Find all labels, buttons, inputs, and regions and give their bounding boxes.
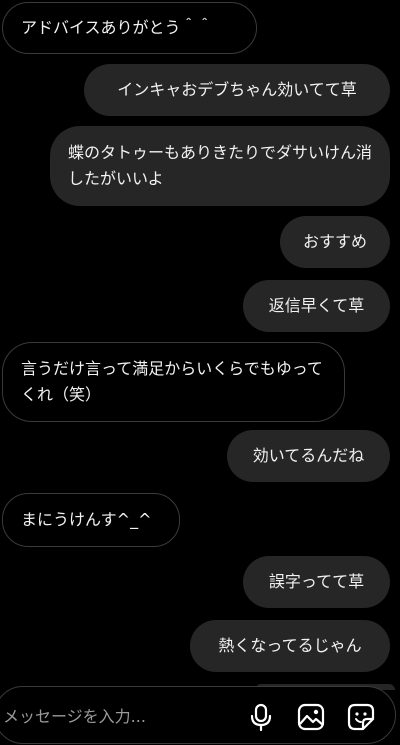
message-text: 誤字ってて草	[268, 572, 365, 591]
message-sent[interactable]: 蝶のタトゥーもありきたりでダサいけん消したがいいよ	[50, 126, 390, 206]
image-button[interactable]	[295, 701, 327, 733]
message-sent[interactable]: インキャおデブちゃん効いてて草	[84, 64, 390, 116]
message-sent[interactable]: 熱くなってるじゃん	[190, 620, 390, 672]
sticker-icon	[347, 703, 375, 731]
message-input[interactable]	[3, 703, 203, 729]
chat-screen: アドバイスありがとう＾＾ インキャおデブちゃん効いてて草 蝶のタトゥーもありきた…	[0, 0, 400, 745]
message-text: 蝶のタトゥーもありきたりでダサいけん消したがいいよ	[68, 143, 373, 188]
message-received[interactable]: まにうけんす^_^	[2, 493, 180, 547]
message-sent[interactable]: 誤字ってて草	[243, 556, 390, 608]
message-text: 言うだけ言って満足からいくらでもゆってくれ（笑）	[21, 359, 323, 404]
message-text: 返信早くて草	[268, 296, 365, 315]
message-text: まにうけんす^_^	[21, 510, 152, 529]
message-sent[interactable]: おすすめ	[280, 216, 390, 268]
message-received[interactable]: アドバイスありがとう＾＾	[2, 2, 257, 54]
message-text: 熱くなってるじゃん	[218, 636, 362, 655]
image-icon	[297, 703, 325, 731]
message-text: アドバイスありがとう＾＾	[21, 18, 213, 37]
message-text: 効いてるんだね	[252, 446, 365, 465]
message-sent[interactable]: 返信早くて草	[243, 280, 390, 332]
sticker-button[interactable]	[345, 701, 377, 733]
message-text: インキャおデブちゃん効いてて草	[117, 80, 357, 99]
message-received[interactable]: 言うだけ言って満足からいくらでもゆってくれ（笑）	[2, 342, 345, 422]
microphone-button[interactable]	[245, 701, 277, 733]
message-text: おすすめ	[302, 232, 367, 251]
microphone-icon	[249, 703, 273, 731]
message-composer	[0, 686, 396, 744]
message-sent[interactable]: 効いてるんだね	[227, 430, 390, 482]
